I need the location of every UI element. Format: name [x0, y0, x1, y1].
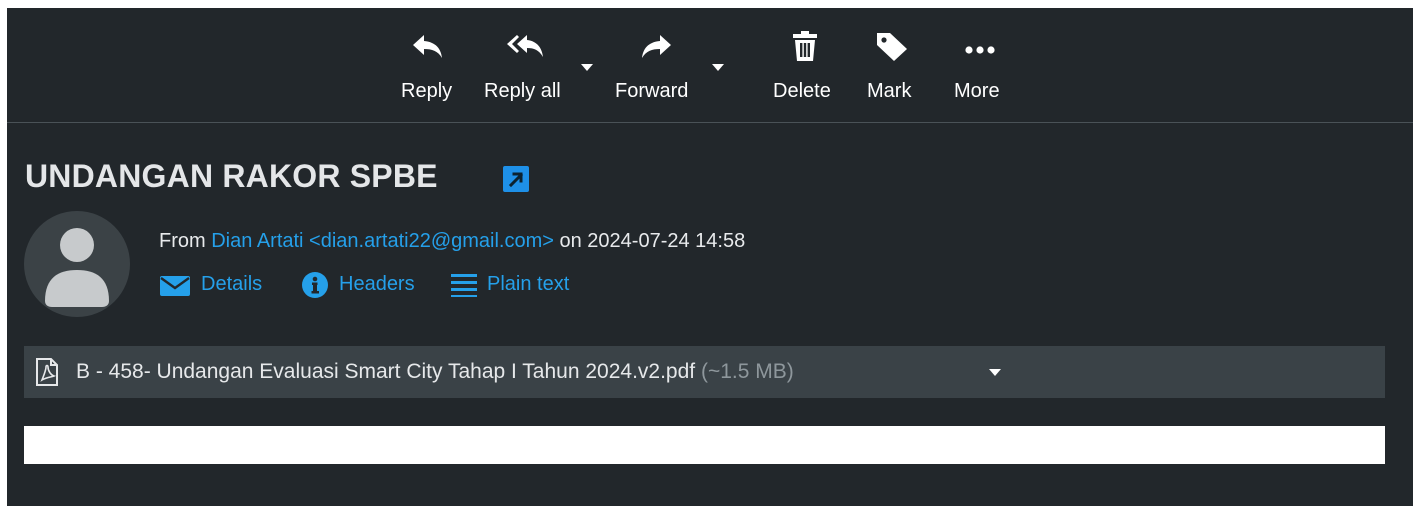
forward-label: Forward — [615, 80, 689, 102]
open-in-new-window-icon[interactable] — [503, 166, 529, 192]
plain-text-link[interactable]: Plain text — [451, 270, 591, 298]
details-link[interactable]: Details — [159, 270, 277, 298]
reply-button[interactable]: Reply — [397, 8, 463, 122]
plain-text-label: Plain text — [487, 273, 570, 295]
reply-all-dropdown-caret[interactable] — [581, 64, 593, 71]
user-icon — [45, 228, 109, 307]
attachment-size: (~1.5 MB) — [700, 360, 794, 383]
forward-icon — [642, 35, 671, 58]
message-view: Reply Reply all Forward Delete Mark More… — [7, 8, 1413, 506]
mark-button[interactable]: Mark — [863, 8, 927, 122]
delete-label: Delete — [773, 80, 831, 102]
more-button[interactable]: More — [949, 8, 1013, 122]
avatar — [24, 211, 130, 317]
forward-button[interactable]: Forward — [613, 8, 705, 122]
headers-link[interactable]: Headers — [301, 270, 437, 298]
headers-label: Headers — [339, 273, 415, 295]
attachment-item[interactable]: B - 458- Undangan Evaluasi Smart City Ta… — [24, 346, 1385, 398]
reply-all-label: Reply all — [484, 80, 561, 102]
sender-link[interactable]: Dian Artati <dian.artati22@gmail.com> — [211, 230, 554, 252]
envelope-icon — [160, 276, 190, 296]
info-icon — [302, 272, 328, 298]
tag-icon — [877, 33, 907, 61]
reply-all-icon — [507, 35, 543, 57]
reply-label: Reply — [401, 80, 453, 102]
delete-button[interactable]: Delete — [769, 8, 841, 122]
sent-date: on 2024-07-24 14:58 — [559, 230, 746, 252]
sender-line: From Dian Artati <dian.artati22@gmail.co… — [159, 230, 745, 253]
trash-icon — [793, 31, 817, 61]
message-toolbar: Reply Reply all Forward Delete Mark More — [7, 8, 1413, 123]
reply-all-button[interactable]: Reply all — [481, 8, 581, 122]
attachment-filename: B - 458- Undangan Evaluasi Smart City Ta… — [76, 360, 696, 383]
mark-label: Mark — [867, 80, 912, 102]
from-prefix: From — [159, 230, 206, 252]
message-subject: UNDANGAN RAKOR SPBE — [25, 158, 438, 194]
more-label: More — [954, 80, 1000, 102]
reply-icon — [413, 35, 442, 58]
message-body — [24, 426, 1385, 464]
forward-dropdown-caret[interactable] — [712, 64, 724, 71]
list-icon — [451, 274, 477, 297]
pdf-file-icon — [36, 358, 58, 386]
ellipsis-icon — [965, 46, 995, 54]
details-label: Details — [201, 273, 263, 295]
attachment-name: B - 458- Undangan Evaluasi Smart City Ta… — [76, 360, 794, 384]
attachment-menu-caret[interactable] — [989, 369, 1001, 376]
